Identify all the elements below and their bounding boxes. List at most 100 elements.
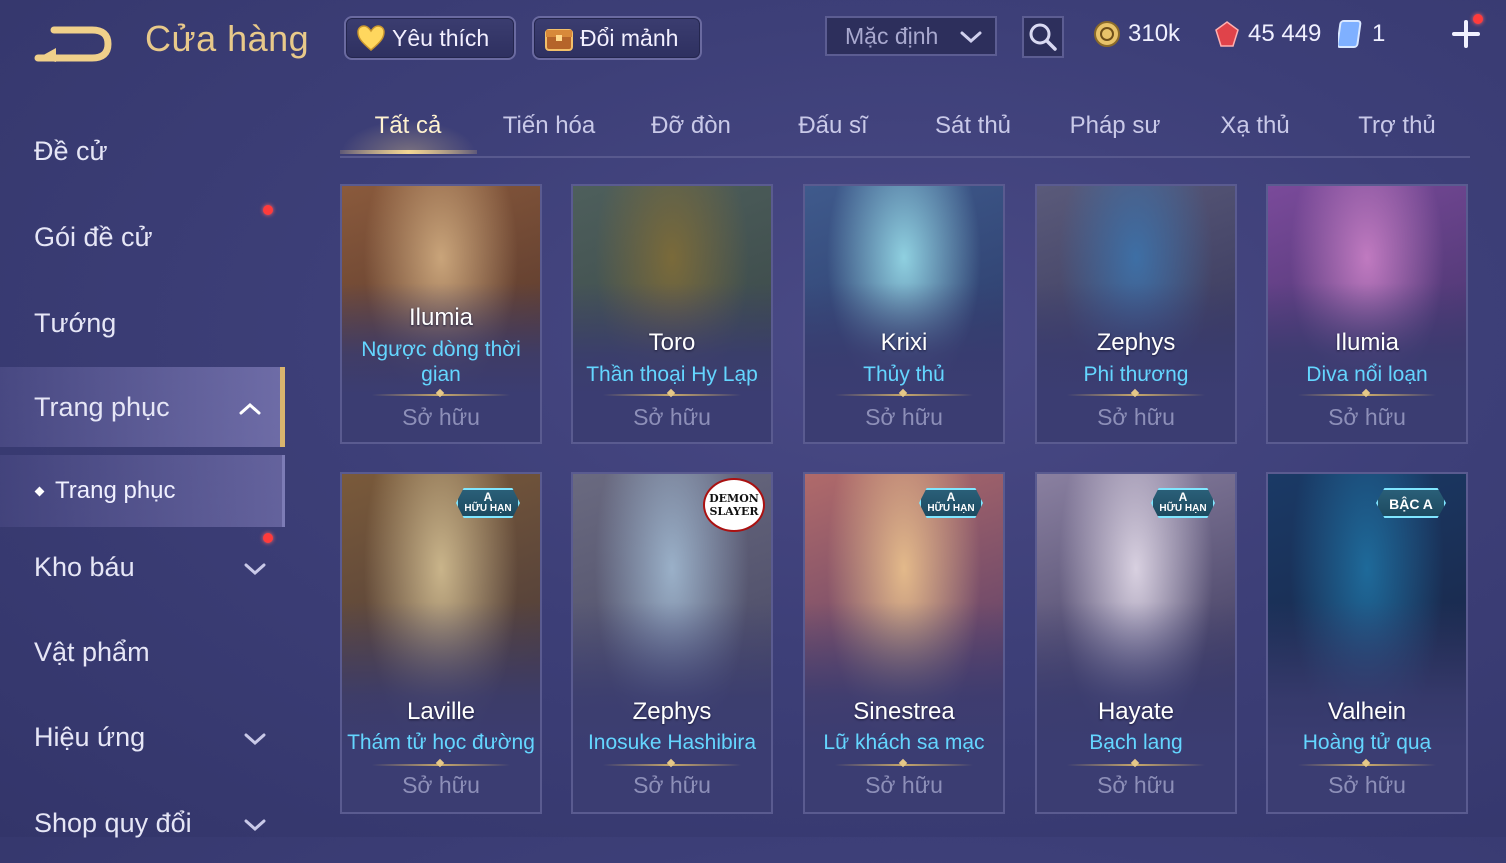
tab-tank[interactable]: Đỡ đòn (651, 112, 731, 140)
sidebar-item-exchange-shop[interactable]: Shop quy đổi (0, 783, 285, 863)
owned-status: Sở hữu (865, 772, 943, 798)
exchange-shards-button[interactable]: Đổi mảnh (532, 16, 702, 60)
chevron-down-icon (243, 725, 267, 756)
sidebar-item-skins[interactable]: Trang phục (0, 367, 285, 447)
sidebar: Đề cử Gói đề cử Tướng Trang phục Trang p… (0, 95, 290, 838)
sidebar-item-items[interactable]: Vật phẩm (0, 612, 285, 692)
skin-card[interactable]: DEMON SLAYER Zephys Inosuke Hashibira Sở … (571, 472, 773, 814)
favorite-button[interactable]: Yêu thích (344, 16, 516, 60)
skin-card[interactable]: Ilumia Diva nổi loạn Sở hữu (1266, 184, 1468, 444)
sidebar-item-label: Tướng (34, 307, 117, 338)
skin-card[interactable]: A HỮU HẠN Hayate Bạch lang Sở hữu (1035, 472, 1237, 814)
skin-name: Thủy thủ (863, 363, 945, 386)
sidebar-item-label: Đề cử (34, 135, 108, 166)
tab-fighter[interactable]: Đấu sĩ (798, 112, 867, 140)
owned-status: Sở hữu (1328, 772, 1406, 798)
sidebar-item-label: Hiệu ứng (34, 721, 146, 752)
hero-name: Ilumia (1334, 329, 1400, 356)
demon-slayer-logo: DEMON SLAYER (703, 478, 765, 532)
category-tabs: Tất cả Tiến hóa Đỡ đòn Đấu sĩ Sát thủ Ph… (340, 100, 1470, 158)
sidebar-item-label: Vật phẩm (34, 636, 150, 667)
skin-name: Inosuke Hashibira (587, 731, 757, 754)
tab-mage[interactable]: Pháp sư (1070, 112, 1161, 140)
sidebar-item-effects[interactable]: Hiệu ứng (0, 697, 285, 777)
chevron-down-icon (959, 26, 983, 53)
sidebar-item-heroes[interactable]: Tướng (0, 283, 285, 363)
tab-assassin[interactable]: Sát thủ (935, 112, 1011, 140)
skin-name: Phi thương (1083, 363, 1189, 386)
sidebar-item-label: Gói đề cử (34, 221, 153, 252)
search-icon (1029, 23, 1057, 51)
owned-status: Sở hữu (402, 772, 480, 798)
skin-name: Thần thoại Hy Lạp (586, 363, 758, 386)
exchange-label: Đổi mảnh (580, 24, 679, 51)
gold-amount: 310k (1128, 20, 1181, 47)
skin-card[interactable]: Zephys Phi thương Sở hữu (1035, 184, 1237, 444)
sidebar-item-bundles[interactable]: Gói đề cử (0, 197, 285, 277)
back-button[interactable] (34, 20, 114, 64)
hero-name: Krixi (880, 329, 928, 356)
chevron-down-icon (243, 811, 267, 842)
hero-name: Sinestrea (853, 698, 955, 725)
skin-card[interactable]: A HỮU HẠN Sinestrea Lữ khách sa mạc Sở hữ… (803, 472, 1005, 814)
sort-dropdown[interactable]: Mặc định (825, 16, 997, 56)
owned-status: Sở hữu (633, 404, 711, 430)
search-button[interactable] (1022, 16, 1064, 58)
skin-card[interactable]: Toro Thần thoại Hy Lạp Sở hữu (571, 184, 773, 444)
skin-name: Lữ khách sa mạc (823, 731, 985, 754)
skin-card[interactable]: A HỮU HẠN Laville Thám tử học đường Sở hữ… (340, 472, 542, 814)
tab-evolution[interactable]: Tiến hóa (503, 112, 596, 140)
hero-name: Zephys (632, 698, 712, 725)
tab-marksman[interactable]: Xạ thủ (1220, 112, 1289, 140)
skin-grid: Ilumia Ngược dòng thời gian Sở hữu Toro … (340, 184, 1470, 824)
notification-dot (1473, 14, 1483, 24)
hero-name: Laville (406, 698, 476, 725)
sidebar-item-treasure[interactable]: Kho báu (0, 527, 285, 607)
gold-balance: 310k (1092, 16, 1180, 52)
skin-name: Ngược dòng thời gian (361, 338, 521, 386)
owned-status: Sở hữu (1097, 772, 1175, 798)
skin-name: Thám tử học đường (347, 731, 535, 754)
back-arrow-icon (34, 26, 112, 62)
owned-status: Sở hữu (402, 404, 480, 430)
skin-card[interactable]: Ilumia Ngược dòng thời gian Sở hữu (340, 184, 542, 444)
voucher-amount: 45 449 (1248, 20, 1322, 47)
top-bar: Cửa hàng Yêu thích Đổi mảnh Mặc định 310… (0, 0, 1506, 80)
limited-rank-a-badge: A HỮU HẠN (1151, 488, 1215, 518)
hero-name: Hayate (1097, 698, 1175, 725)
sort-value: Mặc định (845, 22, 939, 49)
sidebar-subitem-skins[interactable]: Trang phục (0, 455, 285, 527)
skin-card[interactable]: Krixi Thủy thủ Sở hữu (803, 184, 1005, 444)
owned-status: Sở hữu (1097, 404, 1175, 430)
skin-card[interactable]: BẬC A Valhein Hoàng tử quạ Sở hữu (1266, 472, 1468, 814)
chevron-down-icon (243, 555, 267, 586)
active-tab-underline (340, 150, 477, 154)
skin-name: Diva nổi loạn (1306, 363, 1428, 386)
sidebar-item-recommended[interactable]: Đề cử (0, 111, 285, 191)
chevron-up-icon (238, 395, 262, 426)
heart-icon (354, 21, 388, 55)
skin-name: Bạch lang (1089, 731, 1183, 754)
gold-coin-icon (1092, 19, 1122, 49)
tab-support[interactable]: Trợ thủ (1358, 112, 1436, 140)
sidebar-item-label: Shop quy đổi (34, 807, 192, 838)
crystal-card-icon (1336, 19, 1366, 49)
rank-a-badge: BẬC A (1376, 488, 1446, 518)
owned-status: Sở hữu (633, 772, 711, 798)
skin-name: Hoàng tử quạ (1302, 731, 1432, 754)
limited-rank-a-badge: A HỮU HẠN (919, 488, 983, 518)
hero-name: Toro (648, 329, 696, 356)
sidebar-item-label: Trang phục (34, 391, 170, 422)
notification-dot (263, 205, 273, 215)
hero-name: Ilumia (408, 304, 474, 331)
owned-status: Sở hữu (865, 404, 943, 430)
tab-all[interactable]: Tất cả (375, 112, 442, 140)
shard-chest-icon (542, 21, 576, 55)
sidebar-item-label: Kho báu (34, 551, 135, 582)
voucher-balance: 45 449 (1212, 16, 1321, 52)
limited-rank-a-badge: A HỮU HẠN (456, 488, 520, 518)
bullet-icon (34, 486, 45, 496)
card-amount: 1 (1372, 20, 1386, 47)
card-balance: 1 (1336, 16, 1385, 52)
notification-dot (263, 533, 273, 543)
